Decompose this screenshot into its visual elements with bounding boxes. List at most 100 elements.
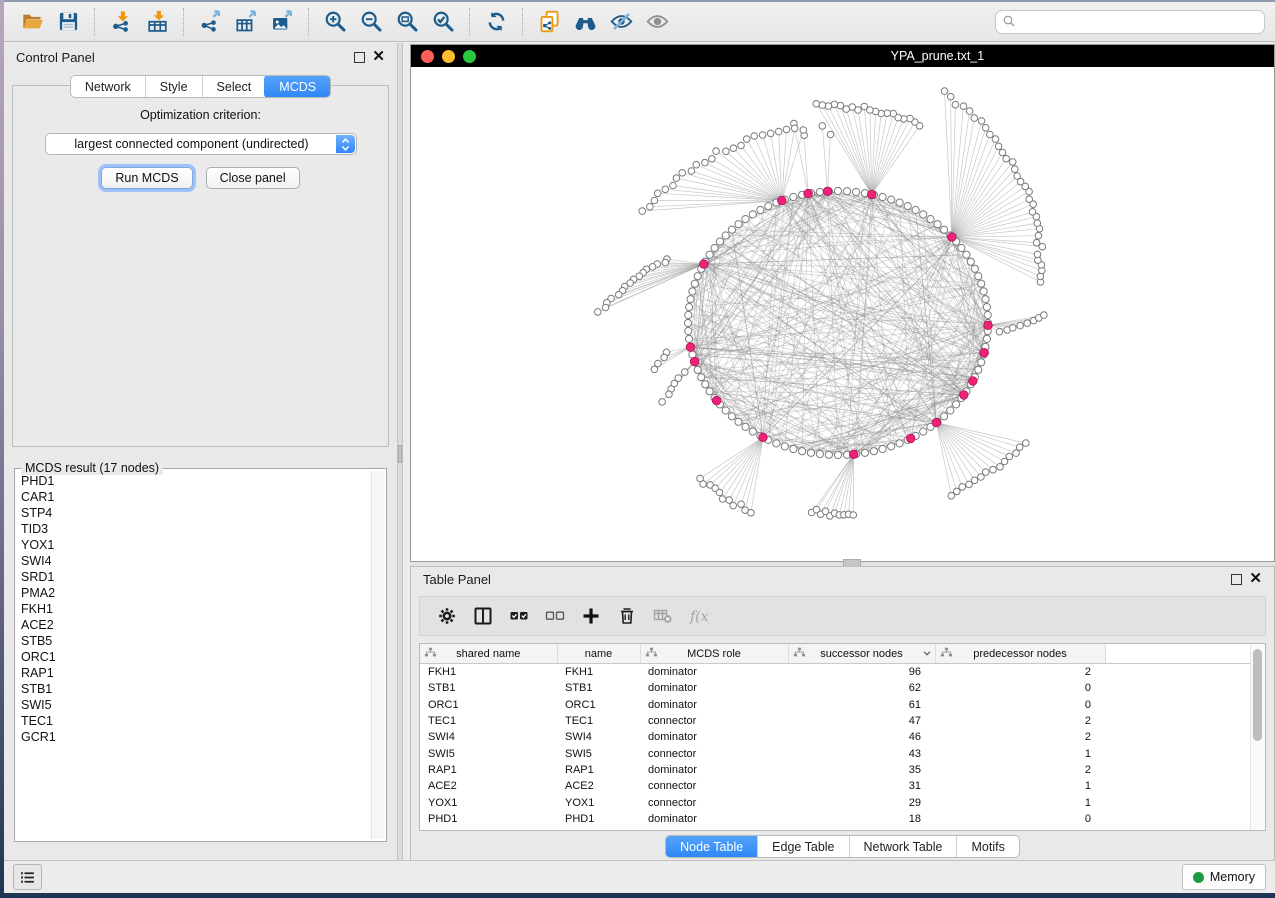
- mcds-result-item[interactable]: PHD1: [17, 473, 370, 489]
- table-toolbar: f(x): [419, 596, 1266, 636]
- tab-mcds[interactable]: MCDS: [264, 75, 331, 98]
- run-mcds-button[interactable]: Run MCDS: [101, 167, 192, 189]
- add-column-icon: [581, 606, 601, 626]
- import-table-button[interactable]: [139, 6, 175, 38]
- cell-filler: [1105, 762, 1258, 778]
- tree-icon: [793, 647, 806, 657]
- network-canvas[interactable]: [411, 67, 1274, 561]
- node-table[interactable]: shared namenameMCDS rolesuccessor nodesp…: [420, 644, 1258, 827]
- settings-gear-button[interactable]: [432, 601, 462, 631]
- hide-selected-button[interactable]: [603, 6, 639, 38]
- desktop: Control Panel ✕ NetworkStyleSelectMCDS O…: [0, 0, 1275, 898]
- table-row[interactable]: YOX1YOX1connector291: [420, 794, 1258, 810]
- mcds-result-list[interactable]: PHD1CAR1STP4TID3YOX1SWI4SRD1PMA2FKH1ACE2…: [17, 473, 370, 839]
- mcds-result-item[interactable]: STB1: [17, 681, 370, 697]
- column-header-filler: [1105, 644, 1258, 664]
- cell-shared-name: ORC1: [420, 697, 557, 713]
- select-all-button[interactable]: [504, 601, 534, 631]
- mcds-result-item[interactable]: ORC1: [17, 649, 370, 665]
- table-row[interactable]: ORC1ORC1dominator610: [420, 697, 1258, 713]
- mcds-result-item[interactable]: SWI4: [17, 553, 370, 569]
- export-image-button[interactable]: [264, 6, 300, 38]
- mcds-result-item[interactable]: TID3: [17, 521, 370, 537]
- mcds-result-item[interactable]: TEC1: [17, 713, 370, 729]
- show-all-button[interactable]: [639, 6, 675, 38]
- mcds-result-item[interactable]: CAR1: [17, 489, 370, 505]
- export-table-button[interactable]: [228, 6, 264, 38]
- mcds-result-item[interactable]: ACE2: [17, 617, 370, 633]
- table-row[interactable]: STB1STB1dominator620: [420, 680, 1258, 696]
- tab-motifs[interactable]: Motifs: [956, 836, 1018, 857]
- add-column-button[interactable]: [576, 601, 606, 631]
- close-table-panel-icon[interactable]: ✕: [1249, 574, 1262, 584]
- task-history-button[interactable]: [13, 864, 42, 890]
- table-row[interactable]: TEC1TEC1connector472: [420, 713, 1258, 729]
- deselect-all-button[interactable]: [540, 601, 570, 631]
- mcds-result-scrollbar[interactable]: [371, 471, 384, 839]
- mcds-result-item[interactable]: PMA2: [17, 585, 370, 601]
- mcds-result-item[interactable]: GCR1: [17, 729, 370, 745]
- mcds-result-item[interactable]: RAP1: [17, 665, 370, 681]
- criterion-select-value: largest connected component (undirected): [46, 137, 356, 151]
- export-network-button[interactable]: [192, 6, 228, 38]
- mcds-result-item[interactable]: STP4: [17, 505, 370, 521]
- minimize-window-icon[interactable]: [442, 50, 455, 63]
- maximize-window-icon[interactable]: [463, 50, 476, 63]
- table-row[interactable]: PHD1PHD1dominator180: [420, 811, 1258, 827]
- mcds-result-item[interactable]: SRD1: [17, 569, 370, 585]
- table-row[interactable]: RAP1RAP1dominator352: [420, 762, 1258, 778]
- memory-button[interactable]: Memory: [1182, 864, 1266, 890]
- tab-node-table[interactable]: Node Table: [665, 835, 758, 858]
- delete-table-icon: [653, 606, 673, 626]
- column-header-predecessor-nodes[interactable]: predecessor nodes: [935, 644, 1105, 664]
- table-row[interactable]: SWI5SWI5connector431: [420, 745, 1258, 761]
- mcds-result-item[interactable]: YOX1: [17, 537, 370, 553]
- tab-network-table[interactable]: Network Table: [849, 836, 957, 857]
- column-header-successor-nodes[interactable]: successor nodes: [788, 644, 935, 664]
- splitter-grip[interactable]: [398, 445, 402, 463]
- criterion-select[interactable]: largest connected component (undirected): [45, 133, 357, 155]
- column-header-MCDS-role[interactable]: MCDS role: [640, 644, 788, 664]
- mcds-result-item[interactable]: SWI5: [17, 697, 370, 713]
- copy-network-button[interactable]: [531, 6, 567, 38]
- zoom-fit-button[interactable]: [389, 6, 425, 38]
- cell-MCDS-role: connector: [640, 713, 788, 729]
- tab-style[interactable]: Style: [145, 76, 202, 97]
- delete-table-button: [648, 601, 678, 631]
- cell-successor-nodes: 43: [788, 745, 935, 761]
- table-scrollbar[interactable]: [1250, 644, 1265, 830]
- close-window-icon[interactable]: [421, 50, 434, 63]
- close-panel-button[interactable]: Close panel: [206, 167, 300, 189]
- delete-column-button[interactable]: [612, 601, 642, 631]
- save-session-button[interactable]: [50, 6, 86, 38]
- tab-network[interactable]: Network: [71, 76, 145, 97]
- refresh-view-icon: [485, 10, 508, 33]
- table-row[interactable]: SWI4SWI4dominator462: [420, 729, 1258, 745]
- float-panel-icon[interactable]: [354, 52, 365, 63]
- table-row[interactable]: ACE2ACE2connector311: [420, 778, 1258, 794]
- refresh-view-button[interactable]: [478, 6, 514, 38]
- search-input[interactable]: [1021, 14, 1258, 30]
- import-network-button[interactable]: [103, 6, 139, 38]
- select-stepper-icon[interactable]: [336, 135, 355, 153]
- table-scrollbar-thumb[interactable]: [1253, 649, 1262, 741]
- settings-gear-icon: [437, 606, 457, 626]
- close-panel-icon[interactable]: ✕: [372, 52, 385, 62]
- mcds-result-item[interactable]: FKH1: [17, 601, 370, 617]
- list-icon: [19, 869, 36, 886]
- network-graph[interactable]: [411, 67, 1274, 561]
- column-header-shared-name[interactable]: shared name: [420, 644, 557, 664]
- float-table-panel-icon[interactable]: [1231, 574, 1242, 585]
- first-neighbors-button[interactable]: [567, 6, 603, 38]
- open-file-button[interactable]: [14, 6, 50, 38]
- column-header-name[interactable]: name: [557, 644, 640, 664]
- zoom-out-button[interactable]: [353, 6, 389, 38]
- zoom-selected-button[interactable]: [425, 6, 461, 38]
- columns-button[interactable]: [468, 601, 498, 631]
- tab-edge-table[interactable]: Edge Table: [757, 836, 848, 857]
- table-row[interactable]: FKH1FKH1dominator962: [420, 664, 1258, 681]
- tab-select[interactable]: Select: [202, 76, 266, 97]
- network-search-box[interactable]: [995, 10, 1265, 34]
- zoom-in-button[interactable]: [317, 6, 353, 38]
- mcds-result-item[interactable]: STB5: [17, 633, 370, 649]
